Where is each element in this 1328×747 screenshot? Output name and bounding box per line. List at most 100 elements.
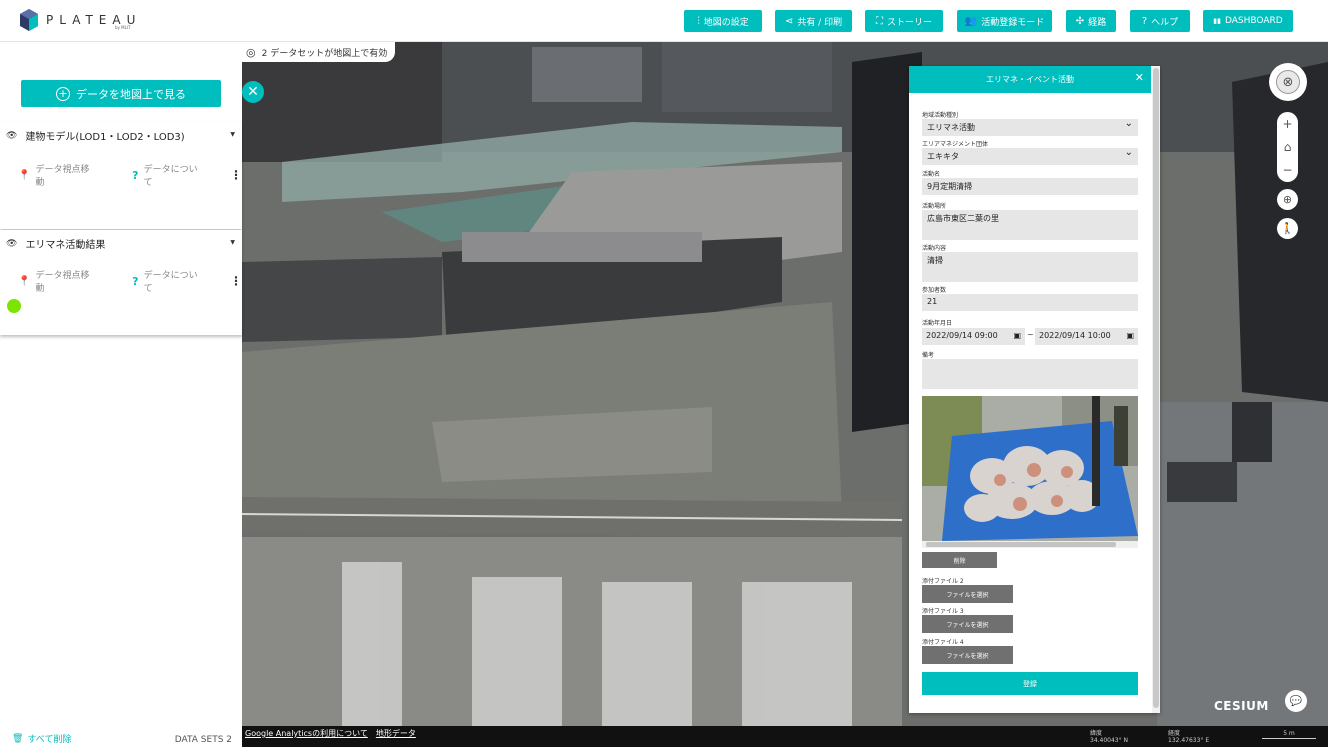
- latitude-readout: 緯度 34.40043° N: [1090, 730, 1128, 744]
- terrain-data-link[interactable]: 地形データ: [376, 728, 416, 739]
- about-data-link[interactable]: データについて: [144, 268, 205, 294]
- activity-place-label: 活動場所: [922, 203, 947, 210]
- calendar-icon[interactable]: ▣: [1013, 331, 1021, 340]
- close-icon: ✕: [247, 84, 259, 100]
- route-button[interactable]: ✣ 経路: [1066, 10, 1116, 32]
- chat-bubble-icon: 💬: [1289, 695, 1303, 707]
- participants-label: 参加者数: [922, 287, 947, 294]
- clear-all-label: すべて削除: [27, 735, 72, 745]
- logo-subtext: by MLIT: [115, 25, 131, 30]
- compass-icon: ⊗: [1276, 70, 1300, 94]
- caret-down-icon[interactable]: ▼: [230, 131, 235, 138]
- register-submit-button[interactable]: 登録: [922, 672, 1138, 695]
- panel-scrollbar[interactable]: [1152, 66, 1160, 713]
- attachment-4-label: 添付ファイル 4: [922, 639, 964, 646]
- eye-icon[interactable]: 👁: [6, 131, 17, 141]
- google-analytics-link[interactable]: Google Analyticsの利用について: [245, 728, 368, 739]
- distance-scale: 5 m: [1262, 730, 1316, 739]
- crosshair-icon: ⊕: [1282, 193, 1293, 206]
- people-icon: 👥: [964, 15, 978, 27]
- end-datetime-value: 2022/09/14 10:00: [1039, 331, 1111, 340]
- map-credits-bar: Google Analyticsの利用について 地形データ 緯度 34.4004…: [242, 726, 1328, 747]
- attachment-3-choose-file-button[interactable]: ファイルを選択: [922, 615, 1013, 633]
- dashboard-icon: ▮▮: [1213, 17, 1221, 25]
- panel-title: エリマネ・イベント活動: [986, 75, 1074, 84]
- trash-icon: 🗑: [12, 733, 24, 744]
- activity-content-textarea[interactable]: 清掃: [922, 252, 1138, 282]
- plus-circle-icon: +: [56, 86, 70, 101]
- activity-type-label: 地域活動種別: [922, 112, 959, 119]
- organization-select[interactable]: エキキタ: [922, 147, 1138, 165]
- fly-to-data-link[interactable]: データ視点移動: [35, 162, 97, 188]
- map-settings-label: 地図の設定: [703, 17, 749, 28]
- view-data-on-map-button[interactable]: + データを地図上で見る: [21, 80, 221, 107]
- route-label: 経路: [1088, 17, 1107, 28]
- photo-scrollbar[interactable]: [922, 541, 1138, 548]
- fly-to-data-link[interactable]: データ視点移動: [35, 268, 97, 294]
- clear-all-button[interactable]: 🗑 すべて削除: [12, 732, 72, 746]
- app-header: PLATEAU by MLIT ⫶ 地図の設定 ⋖ 共有 / 印刷 ⛶ ストーリ…: [0, 0, 1328, 42]
- question-icon: ?: [132, 168, 139, 182]
- pedestrian-icon: 🚶: [1280, 222, 1295, 235]
- longitude-label: 経度: [1168, 730, 1181, 737]
- legend-marker-dot: [7, 299, 21, 313]
- map-settings-button[interactable]: ⫶ 地図の設定: [684, 10, 762, 32]
- about-data-link[interactable]: データについて: [144, 162, 205, 188]
- share-icon: ⋖: [784, 15, 794, 27]
- map-view[interactable]: [242, 42, 1328, 747]
- scrollbar-thumb[interactable]: [926, 542, 1116, 547]
- participants-input[interactable]: 21: [922, 294, 1138, 311]
- question-icon: ?: [132, 274, 139, 288]
- more-options-icon[interactable]: ⋮: [230, 168, 242, 182]
- dashboard-label: DASHBOARD: [1225, 16, 1283, 26]
- zoom-control: + ⌂ −: [1277, 112, 1298, 182]
- aerial-3d-map-image: [242, 42, 1328, 747]
- calendar-icon[interactable]: ▣: [1126, 331, 1134, 340]
- compass-control[interactable]: ⊗: [1269, 63, 1307, 101]
- attachment-2-label: 添付ファイル 2: [922, 578, 964, 585]
- start-datetime-value: 2022/09/14 09:00: [926, 331, 998, 340]
- start-datetime-input[interactable]: 2022/09/14 09:00 ▣: [922, 328, 1025, 345]
- activity-name-input[interactable]: 9月定期清掃: [922, 178, 1138, 195]
- panel-header: エリマネ・イベント活動 ✕: [909, 66, 1151, 93]
- plateau-logo[interactable]: PLATEAU by MLIT: [20, 9, 141, 31]
- active-datasets-notice: ◎ 2 データセットが地図上で有効: [242, 42, 396, 62]
- story-label: ストーリー: [886, 17, 932, 28]
- layer-building-model: 👁 建物モデル(LOD1・LOD2・LOD3) ▼ 📍 データ視点移動 ? デー…: [0, 122, 242, 229]
- notes-textarea[interactable]: [922, 359, 1138, 389]
- layers-icon: ◎: [246, 45, 256, 59]
- attachment-2-choose-file-button[interactable]: ファイルを選択: [922, 585, 1013, 603]
- pedestrian-mode-button[interactable]: 🚶: [1277, 218, 1298, 239]
- my-location-button[interactable]: ⊕: [1277, 189, 1298, 210]
- zoom-out-icon[interactable]: −: [1282, 163, 1292, 177]
- caret-down-icon[interactable]: ▼: [230, 239, 235, 246]
- attachment-4-choose-file-button[interactable]: ファイルを選択: [922, 646, 1013, 664]
- route-icon: ✣: [1075, 15, 1085, 27]
- latitude-label: 緯度: [1090, 730, 1103, 737]
- feedback-button[interactable]: 💬: [1285, 690, 1307, 712]
- delete-photo-button[interactable]: 削除: [922, 552, 997, 568]
- layer-title: 建物モデル(LOD1・LOD2・LOD3): [25, 132, 185, 143]
- activity-register-mode-button[interactable]: 👥 活動登録モード: [957, 10, 1052, 32]
- close-icon[interactable]: ✕: [1135, 71, 1144, 84]
- help-button[interactable]: ? ヘルプ: [1130, 10, 1190, 32]
- home-icon[interactable]: ⌂: [1284, 140, 1292, 154]
- end-datetime-input[interactable]: 2022/09/14 10:00 ▣: [1035, 328, 1138, 345]
- activity-content-label: 活動内容: [922, 245, 947, 252]
- layer-title: エリマネ活動結果: [25, 240, 106, 251]
- activity-type-select[interactable]: エリマネ活動: [922, 118, 1138, 136]
- story-button[interactable]: ⛶ ストーリー: [865, 10, 943, 32]
- scrollbar-thumb[interactable]: [1153, 68, 1159, 708]
- help-icon: ?: [1141, 15, 1148, 27]
- share-print-button[interactable]: ⋖ 共有 / 印刷: [775, 10, 852, 32]
- dashboard-button[interactable]: ▮▮ DASHBOARD: [1203, 10, 1293, 32]
- more-options-icon[interactable]: ⋮: [230, 274, 242, 288]
- longitude-readout: 経度 132.47633° E: [1168, 730, 1209, 744]
- activity-place-textarea[interactable]: 広島市東区二葉の里: [922, 210, 1138, 240]
- cesium-logo: CESIUM: [1214, 699, 1269, 713]
- eye-icon[interactable]: 👁: [6, 239, 17, 249]
- zoom-in-icon[interactable]: +: [1282, 117, 1292, 131]
- activity-date-label: 活動年月日: [922, 320, 953, 327]
- collapse-sidebar-button[interactable]: ✕: [242, 81, 264, 103]
- activity-form-panel: エリマネ・イベント活動 ✕ 地域活動種別 エリマネ活動 エリアマネジメント団体 …: [909, 66, 1160, 713]
